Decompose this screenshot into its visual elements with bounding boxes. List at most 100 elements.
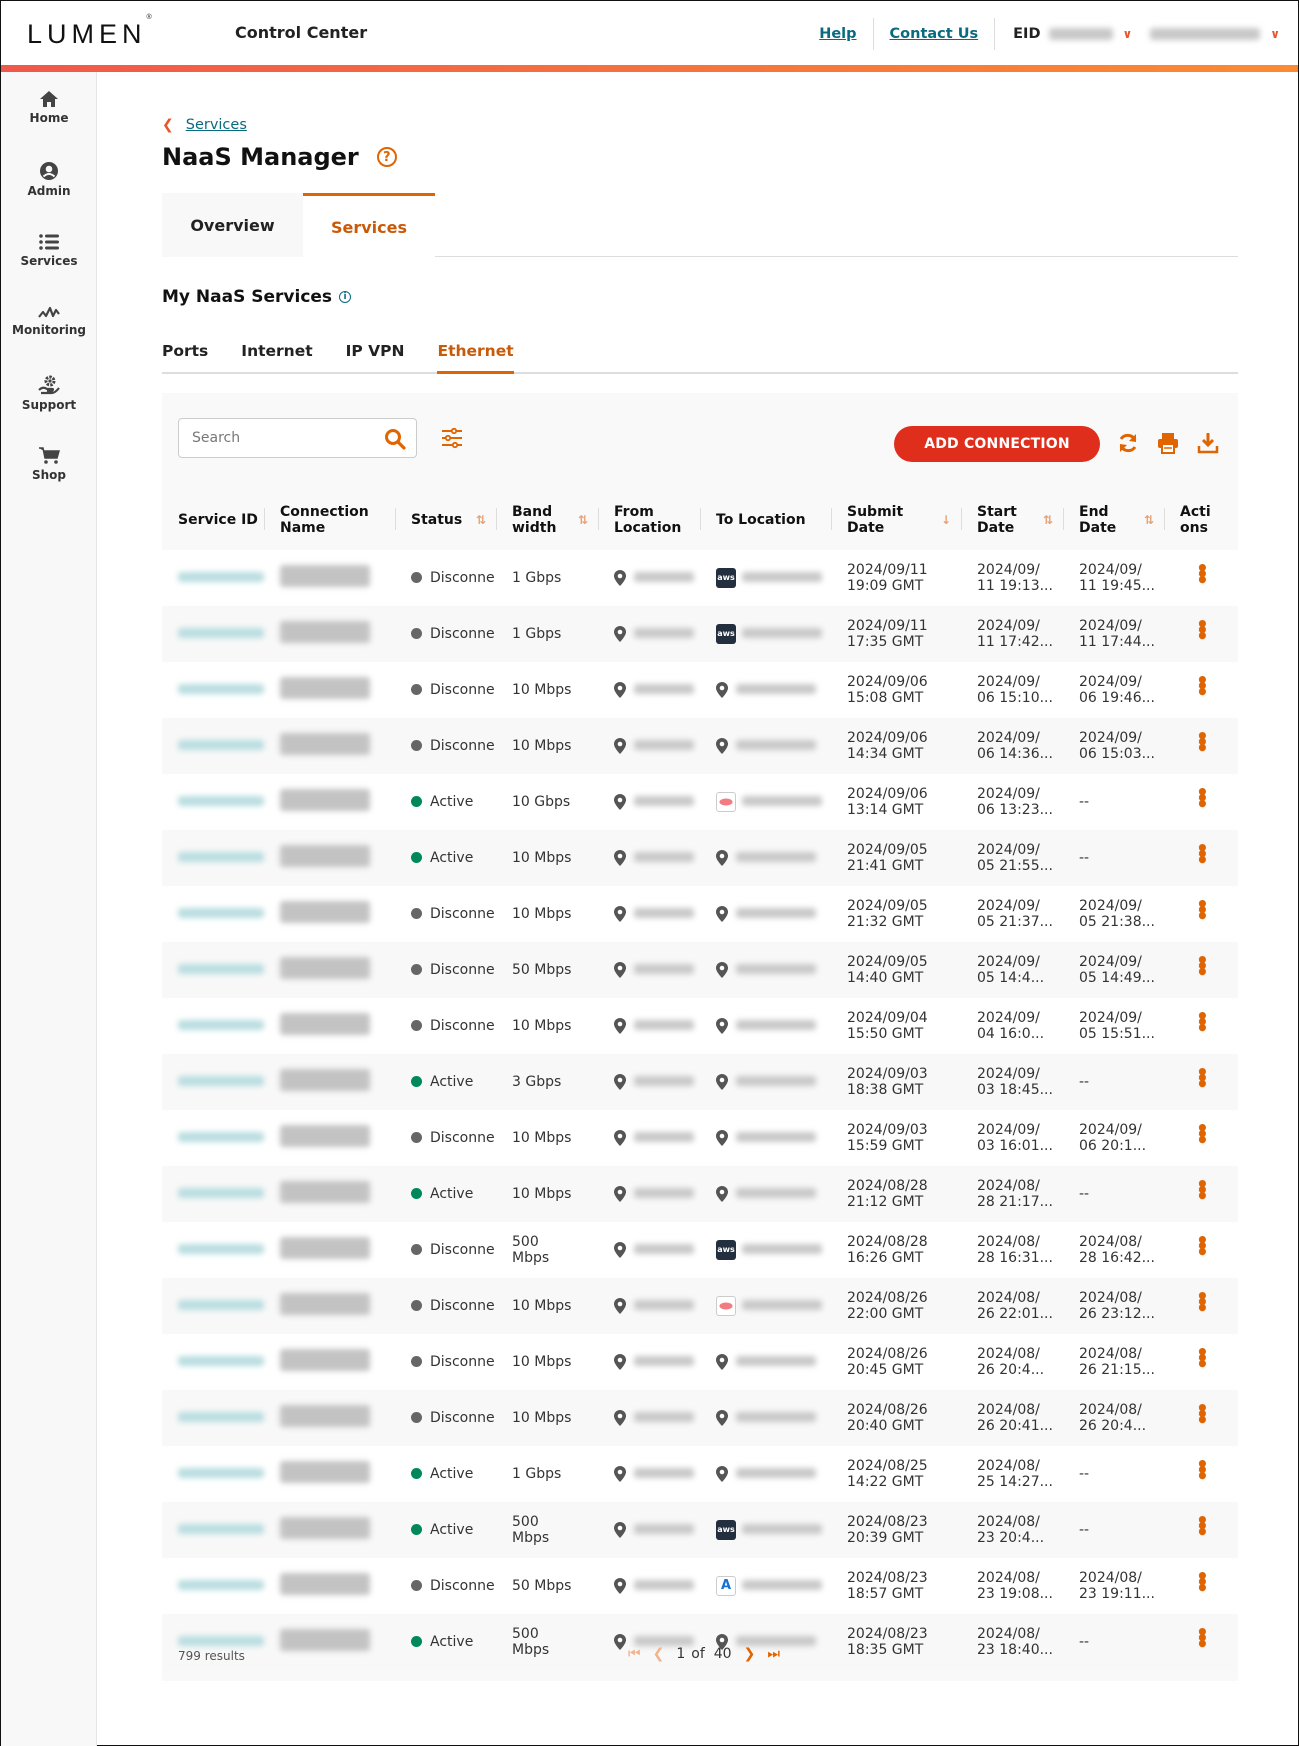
service-id-cell[interactable]: [162, 1110, 264, 1166]
more-actions-icon[interactable]: • • •: [1196, 1174, 1209, 1206]
table-row[interactable]: Active 3 Gbps 2024/09/03 18:38 GMT 2024/09/…: [162, 1054, 1238, 1110]
table-row[interactable]: Disconne 1 Gbps aws 2024/09/11 17:35 GMT 202…: [162, 606, 1238, 662]
table-row[interactable]: Disconne 10 Mbps 2024/09/06 14:34 GMT 2024/…: [162, 718, 1238, 774]
table-row[interactable]: Disconne 500 Mbps aws 2024/08/28 16:26 GMT 2…: [162, 1222, 1238, 1278]
service-id-redacted[interactable]: [178, 1580, 264, 1590]
service-id-cell[interactable]: [162, 606, 264, 662]
help-icon[interactable]: ?: [376, 147, 397, 167]
sort-icon[interactable]: ⇅: [1043, 512, 1053, 528]
more-actions-icon[interactable]: • • •: [1196, 1510, 1209, 1542]
subtab-internet[interactable]: Internet: [241, 342, 312, 374]
table-row[interactable]: Disconne 50 Mbps A 2024/08/23 18:57 GMT 2024…: [162, 1558, 1238, 1614]
more-actions-icon[interactable]: • • •: [1196, 1118, 1209, 1150]
service-id-redacted[interactable]: [178, 1188, 264, 1198]
more-actions-icon[interactable]: • • •: [1196, 1398, 1209, 1430]
tab-overview[interactable]: Overview: [162, 193, 303, 257]
more-actions-icon[interactable]: • • •: [1196, 782, 1209, 814]
add-connection-button[interactable]: ADD CONNECTION: [894, 426, 1100, 462]
service-id-redacted[interactable]: [178, 628, 264, 638]
eid-selector[interactable]: EID ∨: [995, 26, 1150, 42]
refresh-icon[interactable]: [1117, 432, 1139, 454]
service-id-cell[interactable]: [162, 1334, 264, 1390]
col-connection-name[interactable]: Connection Name: [264, 490, 395, 550]
service-id-cell[interactable]: [162, 662, 264, 718]
service-id-redacted[interactable]: [178, 740, 264, 750]
table-row[interactable]: Disconne 10 Mbps 2024/09/06 15:08 GMT 2024/…: [162, 662, 1238, 718]
more-actions-icon[interactable]: • • •: [1196, 1230, 1209, 1262]
service-id-cell[interactable]: [162, 718, 264, 774]
filter-sliders-icon[interactable]: [441, 427, 463, 449]
service-id-redacted[interactable]: [178, 1244, 264, 1254]
more-actions-icon[interactable]: • • •: [1196, 670, 1209, 702]
col-bandwidth[interactable]: Band width ⇅: [496, 490, 598, 550]
service-id-cell[interactable]: [162, 886, 264, 942]
service-id-redacted[interactable]: [178, 1412, 264, 1422]
table-row[interactable]: Disconne 1 Gbps aws 2024/09/11 19:09 GMT 202…: [162, 550, 1238, 606]
more-actions-icon[interactable]: • • •: [1196, 1062, 1209, 1094]
sidebar-item-admin[interactable]: Admin: [1, 161, 97, 198]
service-id-cell[interactable]: [162, 942, 264, 998]
sidebar-item-monitoring[interactable]: Monitoring: [1, 306, 97, 337]
more-actions-icon[interactable]: • • •: [1196, 1006, 1209, 1038]
search-icon[interactable]: [384, 428, 406, 450]
service-id-cell[interactable]: [162, 550, 264, 606]
more-actions-icon[interactable]: • • •: [1196, 726, 1209, 758]
service-id-cell[interactable]: [162, 1558, 264, 1614]
col-start-date[interactable]: Start Date ⇅: [961, 490, 1063, 550]
service-id-redacted[interactable]: [178, 1300, 264, 1310]
col-status[interactable]: Status ⇅: [395, 490, 496, 550]
account-selector[interactable]: ∨: [1150, 27, 1280, 41]
col-end-date[interactable]: End Date ⇅: [1063, 490, 1164, 550]
col-to-location[interactable]: To Location: [700, 490, 831, 550]
service-id-redacted[interactable]: [178, 1524, 264, 1534]
table-row[interactable]: Active 500 Mbps aws 2024/08/23 20:39 GMT 202…: [162, 1502, 1238, 1558]
more-actions-icon[interactable]: • • •: [1196, 614, 1209, 646]
subtab-ports[interactable]: Ports: [162, 342, 208, 374]
service-id-redacted[interactable]: [178, 796, 264, 806]
search-input[interactable]: [179, 419, 369, 457]
table-row[interactable]: Disconne 10 Mbps 2024/08/26 20:45 GMT 2024/…: [162, 1334, 1238, 1390]
more-actions-icon[interactable]: • • •: [1196, 1454, 1209, 1486]
subtab-ethernet[interactable]: Ethernet: [437, 342, 514, 374]
service-id-redacted[interactable]: [178, 1468, 264, 1478]
tab-services[interactable]: Services: [303, 193, 435, 258]
download-icon[interactable]: [1197, 432, 1219, 454]
service-id-cell[interactable]: [162, 1390, 264, 1446]
service-id-cell[interactable]: [162, 1222, 264, 1278]
more-actions-icon[interactable]: • • •: [1196, 1286, 1209, 1318]
table-row[interactable]: Active 1 Gbps 2024/08/25 14:22 GMT 2024/08/…: [162, 1446, 1238, 1502]
sort-desc-icon[interactable]: ↓: [941, 512, 951, 528]
more-actions-icon[interactable]: • • •: [1196, 950, 1209, 982]
table-row[interactable]: Disconne 50 Mbps 2024/09/05 14:40 GMT 2024/…: [162, 942, 1238, 998]
table-row[interactable]: Active 10 Mbps 2024/09/05 21:41 GMT 2024/09…: [162, 830, 1238, 886]
more-actions-icon[interactable]: • • •: [1196, 1342, 1209, 1374]
service-id-cell[interactable]: [162, 1278, 264, 1334]
sort-icon[interactable]: ⇅: [578, 512, 588, 528]
service-id-redacted[interactable]: [178, 908, 264, 918]
next-page-icon[interactable]: ❯: [744, 1646, 756, 1662]
service-id-cell[interactable]: [162, 1166, 264, 1222]
service-id-redacted[interactable]: [178, 1076, 264, 1086]
last-page-icon[interactable]: ⏭: [767, 1646, 780, 1662]
breadcrumb-services-link[interactable]: Services: [186, 117, 247, 133]
more-actions-icon[interactable]: • • •: [1196, 558, 1209, 590]
contact-us-link[interactable]: Contact Us: [874, 26, 995, 42]
table-row[interactable]: Active 10 Mbps 2024/08/28 21:12 GMT 2024/08…: [162, 1166, 1238, 1222]
service-id-cell[interactable]: [162, 1446, 264, 1502]
sort-icon[interactable]: ⇅: [1144, 512, 1154, 528]
service-id-cell[interactable]: [162, 1054, 264, 1110]
sidebar-item-home[interactable]: Home: [1, 90, 97, 125]
more-actions-icon[interactable]: • • •: [1196, 1566, 1209, 1598]
service-id-redacted[interactable]: [178, 1356, 264, 1366]
table-row[interactable]: Disconne 10 Mbps 2024/09/05 21:32 GMT 2024/…: [162, 886, 1238, 942]
service-id-redacted[interactable]: [178, 852, 264, 862]
service-id-cell[interactable]: [162, 1502, 264, 1558]
service-id-redacted[interactable]: [178, 572, 264, 582]
service-id-redacted[interactable]: [178, 684, 264, 694]
col-from-location[interactable]: From Location: [598, 490, 700, 550]
service-id-cell[interactable]: [162, 998, 264, 1054]
more-actions-icon[interactable]: • • •: [1196, 838, 1209, 870]
subtab-ip-vpn[interactable]: IP VPN: [346, 342, 405, 374]
col-submit-date[interactable]: Submit Date ↓: [831, 490, 961, 550]
first-page-icon[interactable]: ⏮: [628, 1646, 641, 1662]
